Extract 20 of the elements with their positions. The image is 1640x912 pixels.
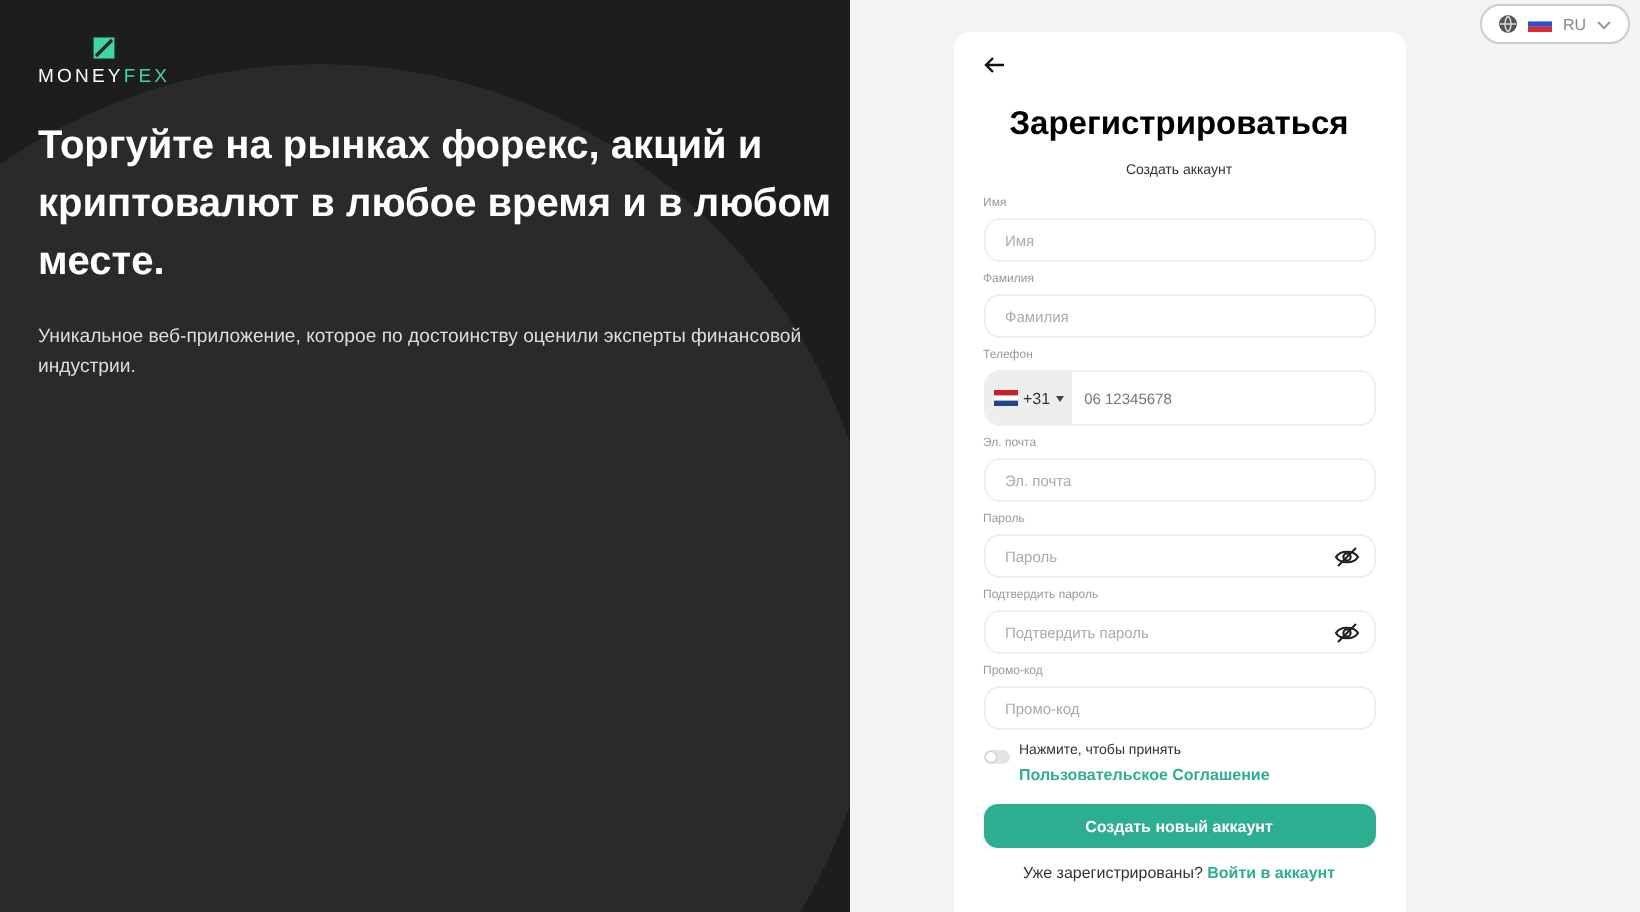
logo-icon xyxy=(92,36,116,60)
eye-slash-icon[interactable] xyxy=(1333,621,1359,643)
flag-icon xyxy=(1528,16,1553,32)
eye-slash-icon[interactable] xyxy=(1333,545,1359,567)
flag-icon xyxy=(993,390,1017,406)
login-link[interactable]: Войти в аккаунт xyxy=(1207,864,1336,882)
globe-icon xyxy=(1498,14,1519,34)
description: Уникальное веб-приложение, которое по достоинству оценили эксперты финансовой индустрии. xyxy=(38,324,804,382)
footer-text: Уже зарегистрированы? xyxy=(1022,864,1203,882)
back-arrow-icon[interactable] xyxy=(983,56,1005,74)
form-title: Зарегистрироваться xyxy=(1007,106,1351,144)
country-code-selector[interactable]: +31 xyxy=(985,372,1073,424)
chevron-down-icon xyxy=(1596,19,1612,29)
create-account-button[interactable]: Создать новый аккаунт xyxy=(983,804,1375,848)
headline: Торгуйте на рынках форекс, акций и криптовалют в любое время и в любом месте. xyxy=(38,122,833,288)
language-selector[interactable]: RU xyxy=(1480,4,1630,44)
agreement-link[interactable]: Пользовательское Соглашение xyxy=(1019,766,1270,784)
brand-logo: MONEY FEX xyxy=(38,66,171,88)
agreement-toggle[interactable] xyxy=(983,750,1009,764)
caret-icon xyxy=(1056,395,1065,401)
